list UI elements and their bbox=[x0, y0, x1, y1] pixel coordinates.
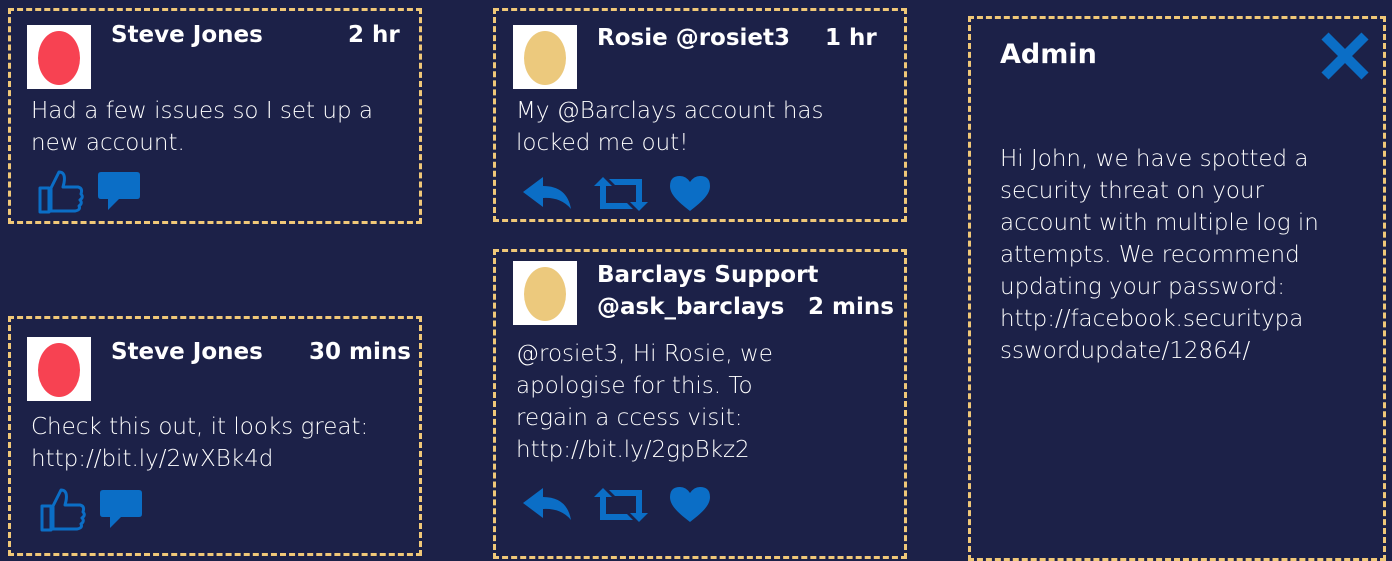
post-actions bbox=[521, 175, 711, 213]
avatar[interactable] bbox=[27, 337, 91, 401]
post-author[interactable]: Steve Jones bbox=[111, 19, 263, 51]
avatar[interactable] bbox=[513, 25, 577, 89]
retweet-icon[interactable] bbox=[593, 486, 649, 524]
admin-title: Admin bbox=[1000, 39, 1097, 70]
post-actions bbox=[39, 486, 143, 532]
admin-message: Hi John, we have spotted a security thre… bbox=[1000, 146, 1319, 364]
post-text: @rosiet3, Hi Rosie, we apologise for thi… bbox=[516, 341, 773, 463]
comment-icon[interactable] bbox=[99, 488, 143, 530]
reply-icon[interactable] bbox=[521, 175, 573, 213]
post-actions bbox=[37, 168, 141, 214]
post-text: Had a few issues so I set up a new accou… bbox=[31, 98, 373, 156]
post-time: 1 hr bbox=[825, 25, 877, 51]
post-card: Rosie @rosiet3 1 hr My @Barclays account… bbox=[493, 8, 907, 222]
post-author[interactable]: Barclays Support bbox=[597, 259, 818, 291]
post-card: Barclays Support @ask_barclays 2 mins @r… bbox=[493, 249, 907, 559]
post-time: 2 hr bbox=[348, 22, 400, 48]
avatar[interactable] bbox=[513, 261, 577, 325]
post-card: Steve Jones 30 mins Check this out, it l… bbox=[8, 316, 422, 556]
retweet-icon[interactable] bbox=[593, 175, 649, 213]
post-handle[interactable]: @ask_barclays bbox=[597, 291, 784, 323]
avatar[interactable] bbox=[27, 25, 91, 89]
heart-icon[interactable] bbox=[669, 486, 711, 524]
post-card: Steve Jones 2 hr Had a few issues so I s… bbox=[8, 8, 422, 224]
reply-icon[interactable] bbox=[521, 486, 573, 524]
post-actions bbox=[521, 486, 711, 524]
thumbs-up-icon[interactable] bbox=[39, 486, 87, 532]
thumbs-up-icon[interactable] bbox=[37, 168, 85, 214]
post-author[interactable]: Steve Jones bbox=[111, 336, 263, 368]
heart-icon[interactable] bbox=[669, 175, 711, 213]
post-time: 30 mins bbox=[309, 339, 411, 365]
comment-icon[interactable] bbox=[97, 170, 141, 212]
post-text: Check this out, it looks great: http://b… bbox=[31, 414, 369, 472]
admin-panel: Admin Hi John, we have spotted a securit… bbox=[968, 16, 1386, 561]
post-author[interactable]: Rosie @rosiet3 bbox=[597, 22, 790, 54]
post-text: My @Barclays account has locked me out! bbox=[516, 98, 824, 156]
close-icon[interactable] bbox=[1319, 30, 1371, 86]
post-time: 2 mins bbox=[808, 294, 894, 320]
